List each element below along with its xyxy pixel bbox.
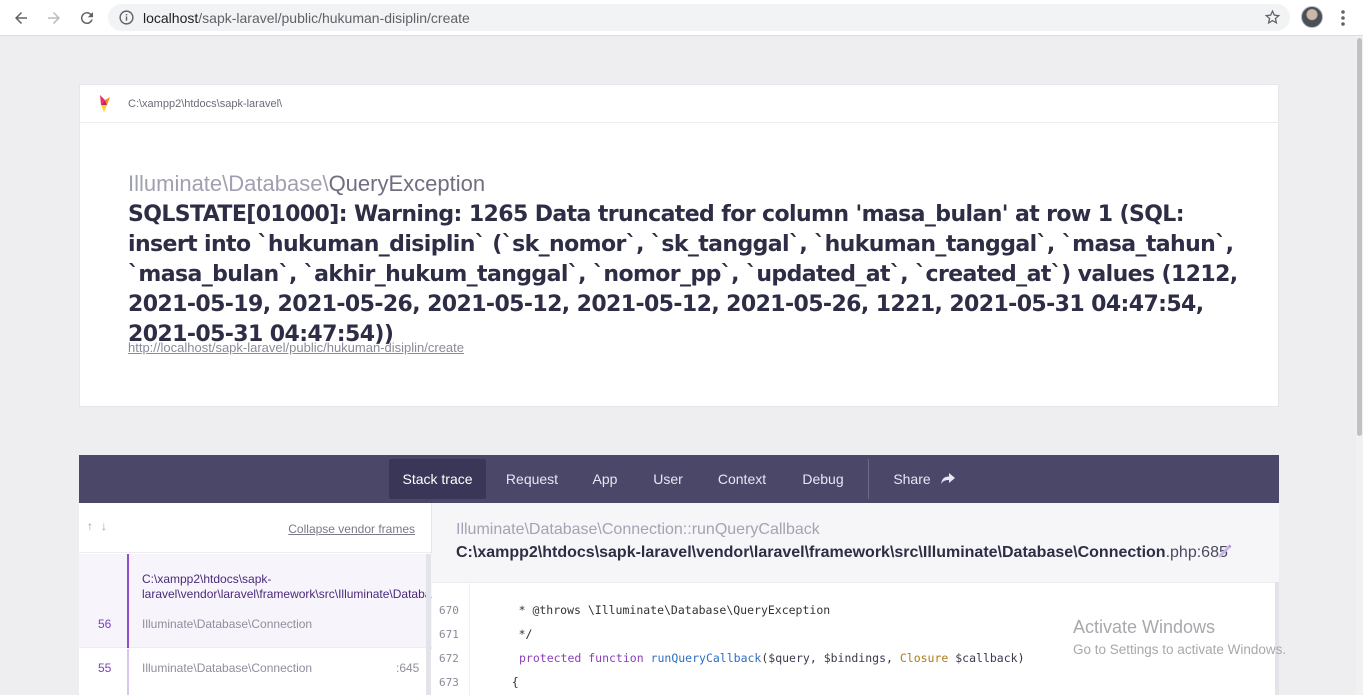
tab-context[interactable]: Context [709,459,775,499]
frame-line: :645 [396,661,420,675]
collapse-vendor-frames-link[interactable]: Collapse vendor frames [288,522,415,536]
request-url-link[interactable]: http://localhost/sapk-laravel/public/huk… [128,340,464,355]
reload-icon[interactable] [75,6,99,30]
code-function: runQueryCallback [650,651,762,665]
exception-namespace: Illuminate\Database\ [128,171,329,196]
selected-frame-path: C:\xampp2\htdocs\sapk-laravel\vendor\lar… [456,544,1166,561]
stack-frames-panel: ↑ ↓ Collapse vendor frames C:\xampp2\htd… [79,503,432,695]
code-type: Closure [899,651,956,665]
more-menu-icon[interactable] [1335,8,1351,28]
browser-toolbar: localhost/sapk-laravel/public/hukuman-di… [0,0,1363,36]
frame-file-line-1: C:\xampp2\htdocs\sapk- [142,572,272,586]
activate-windows-watermark: Activate Windows Go to Settings to activ… [1073,617,1286,657]
line-number: 672 [439,652,459,665]
watermark-title: Activate Windows [1073,617,1216,637]
frame-class: Illuminate\Database\Connection [142,617,313,631]
share-arrow-icon [940,473,955,484]
frame-class: Illuminate\Database\Connection [142,661,313,675]
line-number: 670 [439,604,459,617]
code-punct: , [886,651,900,665]
code-line: * @throws \Illuminate\Database\QueryExce… [484,603,831,617]
code-panel: Illuminate\Database\Connection::runQuery… [432,503,1279,695]
code-punct: ) [1017,651,1025,665]
back-arrow-icon[interactable] [9,6,33,30]
tab-stack-trace[interactable]: Stack trace [389,459,486,499]
app-path: C:\xampp2\htdocs\sapk-laravel\ [128,98,283,110]
selected-frame-method: Illuminate\Database\Connection::runQuery… [456,521,820,538]
code-keyword: protected function [519,651,651,665]
share-button[interactable]: Share [884,459,964,499]
card-header: C:\xampp2\htdocs\sapk-laravel\ [80,85,1278,123]
line-number: 673 [439,676,459,689]
page-scrollbar[interactable] [1356,36,1363,695]
frame-number: 56 [98,617,112,631]
tab-app[interactable]: App [584,459,626,499]
code-variable: $callback [955,651,1018,665]
stack-frame-selected[interactable]: C:\xampp2\htdocs\sapk-laravel\vendor\lar… [79,554,432,648]
code-line: protected function runQueryCallback($que… [519,651,1025,665]
frame-file: C:\xampp2\htdocs\sapk-laravel\vendor\lar… [142,572,432,602]
stack-scrollbar[interactable] [426,554,431,695]
line-number-gutter: 670 671 672 673 [432,583,470,695]
frame-bar [127,649,129,695]
stack-frame[interactable]: 55 Illuminate\Database\Connection :645 [79,649,432,695]
code-punct: , [809,651,824,665]
forward-arrow-icon[interactable] [42,6,66,30]
code-variable: $bindings [823,651,886,665]
address-bar[interactable]: localhost/sapk-laravel/public/hukuman-di… [108,4,1290,31]
ignition-logo-icon [100,95,110,112]
url-host: localhost [143,10,199,26]
frame-number: 55 [98,661,112,675]
tab-debug[interactable]: Debug [794,459,852,499]
url-path: /sapk-laravel/public/hukuman-disiplin/cr… [198,10,470,26]
code-variable: $query [768,651,810,665]
code-line: { [484,675,519,689]
frame-up-arrow-icon[interactable]: ↑ [87,519,93,533]
watermark-subtitle: Go to Settings to activate Windows. [1073,642,1287,657]
share-label: Share [893,471,931,487]
bookmark-star-icon[interactable] [1264,9,1281,26]
frame-down-arrow-icon[interactable]: ↓ [101,519,107,533]
code-line: */ [484,627,533,641]
info-icon[interactable] [118,9,135,26]
line-number: 671 [439,628,459,641]
error-card: C:\xampp2\htdocs\sapk-laravel\ Illuminat… [79,84,1279,407]
profile-avatar[interactable] [1301,6,1323,28]
exception-message: SQLSTATE[01000]: Warning: 1265 Data trun… [128,202,1238,347]
frame-file-line-2: laravel\vendor\laravel\framework\src\Ill… [142,587,432,601]
selected-frame-file: C:\xampp2\htdocs\sapk-laravel\vendor\lar… [456,544,1228,562]
tab-divider [868,459,869,499]
exception-class: Illuminate\Database\QueryException [128,171,485,197]
stack-toolbar: ↑ ↓ Collapse vendor frames [79,503,431,553]
tabs-bar: Stack trace Request App User Context Deb… [79,455,1279,503]
exception-short-name: QueryException [328,171,486,196]
edit-pencil-icon[interactable] [1217,543,1233,559]
tab-user[interactable]: User [646,459,690,499]
scrollbar-thumb[interactable] [1357,38,1362,436]
frame-selected-bar [127,554,129,648]
url-text[interactable]: localhost/sapk-laravel/public/hukuman-di… [143,10,470,26]
tab-request[interactable]: Request [496,459,568,499]
